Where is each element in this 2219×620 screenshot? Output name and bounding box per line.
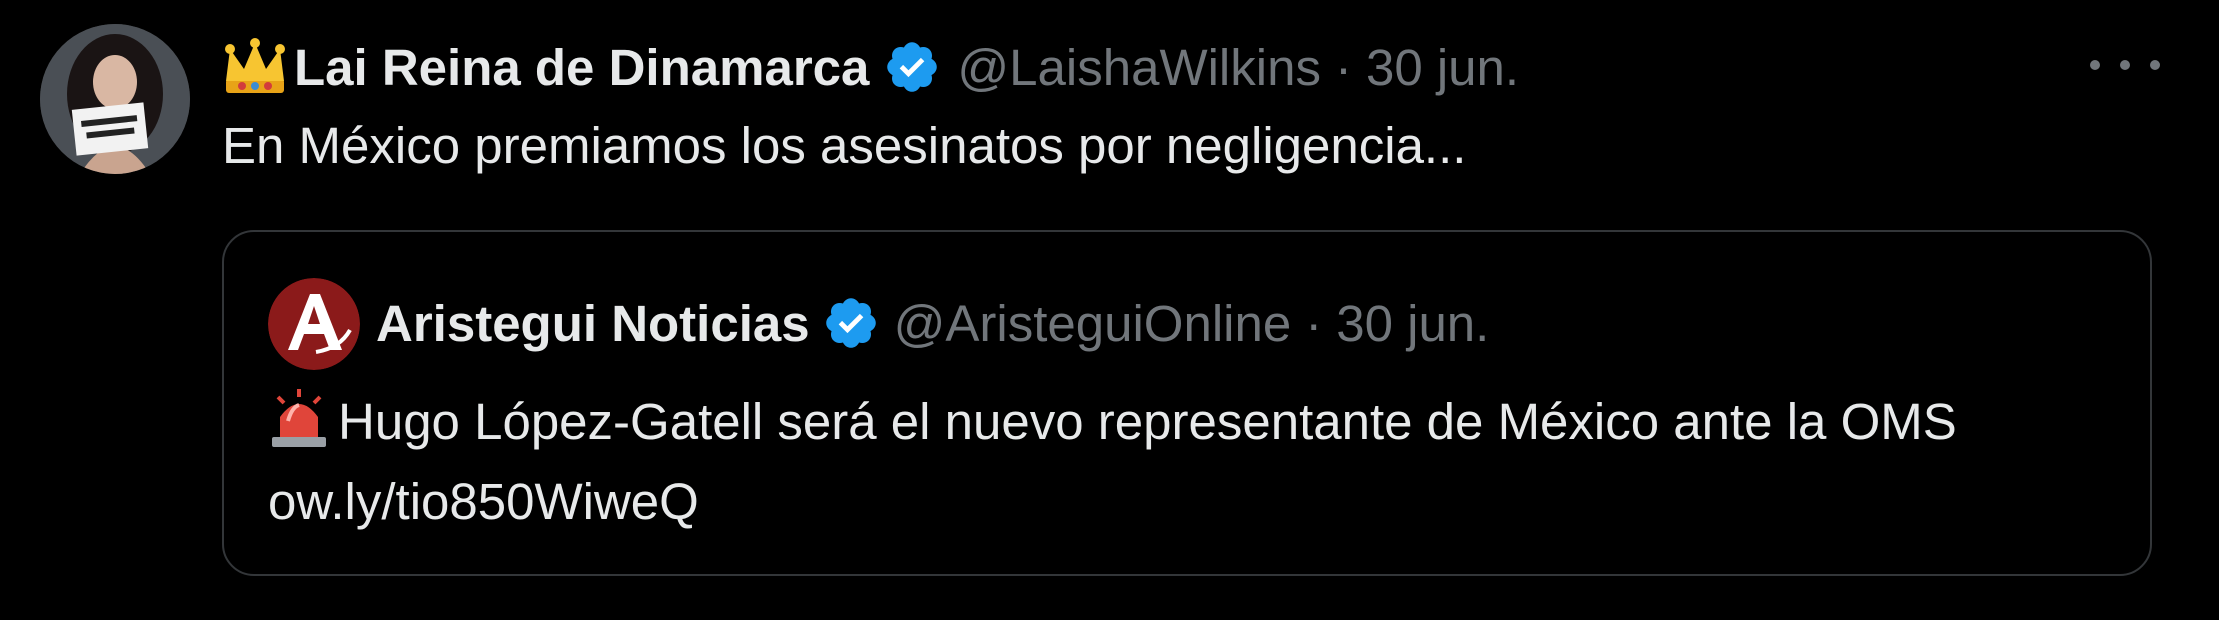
tweet-text: En México premiamos los asesinatos por n… bbox=[222, 117, 1467, 174]
siren-emoji-icon bbox=[272, 389, 326, 447]
tweet[interactable]: Lai Reina de Dinamarca @LaishaWilkins · … bbox=[0, 0, 2219, 620]
crown-emoji-icon bbox=[225, 38, 285, 93]
header-separator: · bbox=[1334, 38, 1352, 96]
tweet-date[interactable]: 30 jun. bbox=[1366, 38, 1519, 97]
quoted-author-name[interactable]: Aristegui Noticias bbox=[376, 294, 810, 353]
author-avatar[interactable] bbox=[40, 24, 190, 174]
quoted-tweet-text: Hugo López-Gatell será el nuevo represen… bbox=[268, 393, 1957, 530]
quoted-header-separator: · bbox=[1305, 294, 1323, 352]
verified-badge-icon bbox=[825, 298, 876, 348]
tweet-header: Lai Reina de Dinamarca @LaishaWilkins · … bbox=[222, 30, 1519, 104]
author-name[interactable]: Lai Reina de Dinamarca bbox=[294, 38, 869, 97]
quoted-tweet[interactable]: Aristegui Noticias @AristeguiOnline · 30… bbox=[222, 230, 2152, 576]
verified-badge-icon bbox=[887, 42, 938, 92]
quoted-tweet-text-block: Hugo López-Gatell será el nuevo represen… bbox=[268, 382, 2118, 542]
aristegui-logo-icon[interactable] bbox=[268, 278, 360, 370]
author-handle[interactable]: @LaishaWilkins bbox=[957, 38, 1321, 97]
quoted-tweet-date[interactable]: 30 jun. bbox=[1336, 294, 1489, 353]
quoted-tweet-header: Aristegui Noticias @AristeguiOnline · 30… bbox=[376, 284, 1489, 362]
quoted-author-handle[interactable]: @AristeguiOnline bbox=[894, 294, 1292, 353]
more-options-icon[interactable] bbox=[2090, 40, 2160, 90]
